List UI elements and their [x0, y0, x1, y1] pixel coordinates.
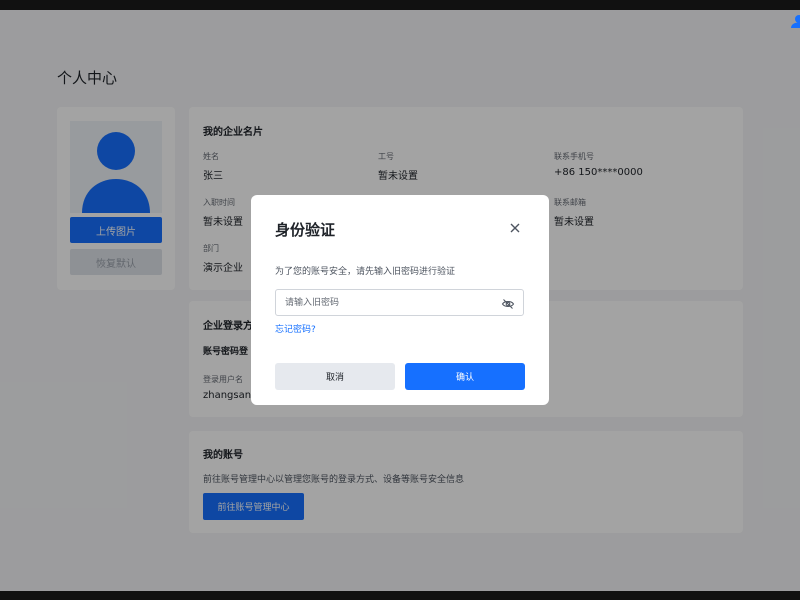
confirm-button[interactable]: 确认	[405, 363, 525, 390]
identity-verification-dialog: 身份验证 为了您的账号安全，请先输入旧密码进行验证 忘记密码? 取消 确认	[251, 195, 549, 405]
eye-off-icon[interactable]	[501, 296, 515, 310]
close-button[interactable]	[507, 220, 523, 236]
dialog-title: 身份验证	[275, 221, 336, 239]
old-password-field	[275, 289, 524, 316]
top-bar	[0, 0, 800, 10]
dialog-description: 为了您的账号安全，请先输入旧密码进行验证	[275, 267, 456, 277]
bottom-bar	[0, 591, 800, 600]
user-icon[interactable]	[790, 10, 800, 28]
old-password-input[interactable]	[276, 290, 505, 315]
forgot-password-link[interactable]: 忘记密码?	[275, 322, 316, 335]
cancel-button[interactable]: 取消	[275, 363, 395, 390]
close-icon	[510, 223, 520, 233]
personal-center-page: 个人中心 上传图片 恢复默认 我的企业名片 姓名 张三 工号 暂未设置 联系手机…	[0, 10, 800, 591]
